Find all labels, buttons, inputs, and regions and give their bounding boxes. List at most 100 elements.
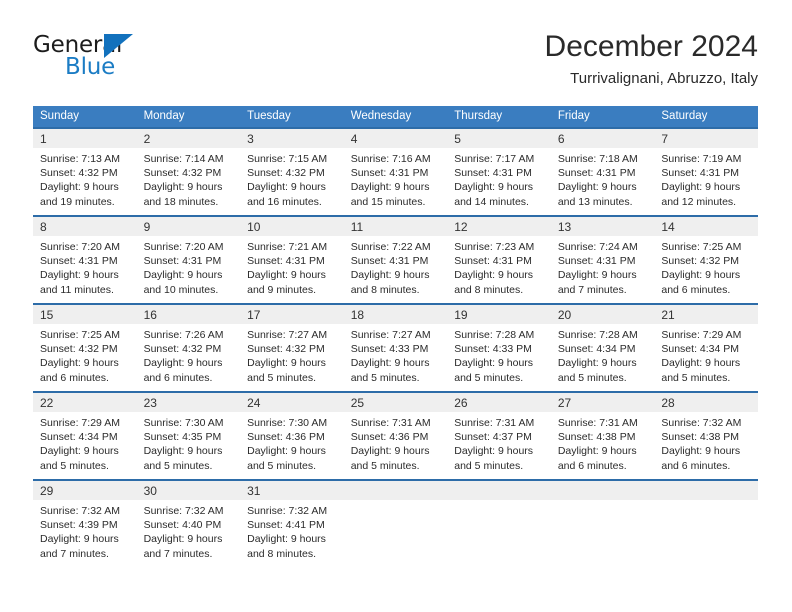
day-cell[interactable]: 3 Sunrise: 7:15 AM Sunset: 4:32 PM Dayli… [240,127,344,216]
sunset-text: Sunset: 4:31 PM [557,255,636,268]
sunset-text: Sunset: 4:39 PM [40,519,118,532]
day-cell[interactable]: 20 Sunrise: 7:28 AM Sunset: 4:34 PM Dayl… [550,303,655,392]
day-cell-empty [654,479,758,568]
daylight-text-2: and 5 minutes. [454,371,524,384]
sunrise-text: Sunrise: 7:32 AM [143,505,224,517]
day-number: 20 [550,305,655,324]
day-cell[interactable]: 5 Sunrise: 7:17 AM Sunset: 4:31 PM Dayli… [447,127,551,216]
day-cell[interactable]: 2 Sunrise: 7:14 AM Sunset: 4:32 PM Dayli… [136,127,241,216]
day-cell[interactable]: 1 Sunrise: 7:13 AM Sunset: 4:32 PM Dayli… [33,127,137,216]
day-cell[interactable]: 31 Sunrise: 7:32 AM Sunset: 4:41 PM Dayl… [240,479,344,568]
day-cell[interactable]: 16 Sunrise: 7:26 AM Sunset: 4:32 PM Dayl… [136,303,241,392]
weekday-header-wednesday: Wednesday [343,106,448,128]
day-cell[interactable]: 19 Sunrise: 7:28 AM Sunset: 4:33 PM Dayl… [447,303,551,392]
day-cell[interactable]: 13 Sunrise: 7:24 AM Sunset: 4:31 PM Dayl… [550,215,655,304]
daylight-text-1: Daylight: 9 hours [40,445,119,458]
day-details: Sunrise: 7:32 AM Sunset: 4:40 PM Dayligh… [137,500,241,561]
day-number [654,481,758,500]
sunset-text: Sunset: 4:32 PM [40,167,118,180]
sunrise-text: Sunrise: 7:27 AM [247,329,328,341]
page-header: General Blue December 2024 Turrivalignan… [33,28,758,98]
day-cell[interactable]: 9 Sunrise: 7:20 AM Sunset: 4:31 PM Dayli… [136,215,241,304]
day-number: 9 [136,217,241,236]
daylight-text-1: Daylight: 9 hours [247,533,326,546]
sunset-text: Sunset: 4:34 PM [40,431,118,444]
daylight-text-2: and 5 minutes. [350,459,420,472]
day-number: 24 [240,393,344,412]
day-cell[interactable]: 8 Sunrise: 7:20 AM Sunset: 4:31 PM Dayli… [33,215,137,304]
day-cell[interactable]: 17 Sunrise: 7:27 AM Sunset: 4:32 PM Dayl… [240,303,344,392]
day-cell[interactable]: 21 Sunrise: 7:29 AM Sunset: 4:34 PM Dayl… [654,303,758,392]
sunset-text: Sunset: 4:31 PM [350,167,429,180]
day-cell[interactable]: 12 Sunrise: 7:23 AM Sunset: 4:31 PM Dayl… [447,215,551,304]
day-details: Sunrise: 7:14 AM Sunset: 4:32 PM Dayligh… [137,148,241,209]
daylight-text-1: Daylight: 9 hours [454,357,534,370]
day-cell[interactable]: 11 Sunrise: 7:22 AM Sunset: 4:31 PM Dayl… [343,215,448,304]
day-cell[interactable]: 22 Sunrise: 7:29 AM Sunset: 4:34 PM Dayl… [33,391,137,480]
day-details: Sunrise: 7:17 AM Sunset: 4:31 PM Dayligh… [447,148,551,209]
sunset-text: Sunset: 4:33 PM [454,343,532,356]
day-cell[interactable]: 14 Sunrise: 7:25 AM Sunset: 4:32 PM Dayl… [654,215,758,304]
daylight-text-2: and 5 minutes. [247,459,317,472]
sunset-text: Sunset: 4:35 PM [143,431,222,444]
sunset-text: Sunset: 4:34 PM [661,343,740,356]
sunset-text: Sunset: 4:41 PM [247,519,325,532]
sunrise-text: Sunrise: 7:14 AM [143,153,224,165]
daylight-text-1: Daylight: 9 hours [143,181,223,194]
sunrise-text: Sunrise: 7:28 AM [557,329,638,341]
general-blue-logo[interactable]: General Blue [33,32,233,94]
day-cell[interactable]: 6 Sunrise: 7:18 AM Sunset: 4:31 PM Dayli… [550,127,655,216]
daylight-text-1: Daylight: 9 hours [143,533,223,546]
sunrise-text: Sunrise: 7:22 AM [350,241,431,253]
day-number: 26 [447,393,551,412]
week-row: 22 Sunrise: 7:29 AM Sunset: 4:34 PM Dayl… [33,391,758,480]
day-number [550,481,655,500]
sunrise-text: Sunrise: 7:31 AM [454,417,535,429]
calendar-page: General Blue December 2024 Turrivalignan… [0,0,792,612]
page-title: December 2024 [544,30,758,63]
daylight-text-1: Daylight: 9 hours [557,445,637,458]
day-details: Sunrise: 7:28 AM Sunset: 4:33 PM Dayligh… [447,324,551,385]
day-details: Sunrise: 7:16 AM Sunset: 4:31 PM Dayligh… [344,148,448,209]
calendar-grid: Sunday Monday Tuesday Wednesday Thursday… [33,106,758,568]
daylight-text-2: and 6 minutes. [661,283,731,296]
day-cell[interactable]: 18 Sunrise: 7:27 AM Sunset: 4:33 PM Dayl… [343,303,448,392]
daylight-text-1: Daylight: 9 hours [40,269,119,282]
daylight-text-1: Daylight: 9 hours [557,181,637,194]
day-cell[interactable]: 28 Sunrise: 7:32 AM Sunset: 4:38 PM Dayl… [654,391,758,480]
day-number: 28 [654,393,758,412]
day-cell-empty [343,479,448,568]
day-cell[interactable]: 10 Sunrise: 7:21 AM Sunset: 4:31 PM Dayl… [240,215,344,304]
sunset-text: Sunset: 4:32 PM [40,343,118,356]
sunrise-text: Sunrise: 7:15 AM [247,153,328,165]
daylight-text-1: Daylight: 9 hours [350,357,430,370]
day-details: Sunrise: 7:26 AM Sunset: 4:32 PM Dayligh… [137,324,241,385]
day-details: Sunrise: 7:29 AM Sunset: 4:34 PM Dayligh… [654,324,758,385]
day-cell[interactable]: 24 Sunrise: 7:30 AM Sunset: 4:36 PM Dayl… [240,391,344,480]
weekday-header-sunday: Sunday [33,106,137,128]
title-block: December 2024 Turrivalignani, Abruzzo, I… [545,28,758,90]
day-details: Sunrise: 7:24 AM Sunset: 4:31 PM Dayligh… [551,236,655,297]
daylight-text-2: and 7 minutes. [143,547,213,560]
day-cell[interactable]: 30 Sunrise: 7:32 AM Sunset: 4:40 PM Dayl… [136,479,241,568]
day-number: 5 [447,129,551,148]
day-cell[interactable]: 15 Sunrise: 7:25 AM Sunset: 4:32 PM Dayl… [33,303,137,392]
day-cell[interactable]: 26 Sunrise: 7:31 AM Sunset: 4:37 PM Dayl… [447,391,551,480]
day-number: 1 [33,129,137,148]
daylight-text-2: and 5 minutes. [143,459,213,472]
day-cell[interactable]: 25 Sunrise: 7:31 AM Sunset: 4:36 PM Dayl… [343,391,448,480]
day-cell[interactable]: 29 Sunrise: 7:32 AM Sunset: 4:39 PM Dayl… [33,479,137,568]
day-cell[interactable]: 23 Sunrise: 7:30 AM Sunset: 4:35 PM Dayl… [136,391,241,480]
sunset-text: Sunset: 4:36 PM [247,431,325,444]
sunset-text: Sunset: 4:32 PM [247,167,325,180]
daylight-text-1: Daylight: 9 hours [454,181,534,194]
sunset-text: Sunset: 4:31 PM [661,167,740,180]
sunrise-text: Sunrise: 7:21 AM [247,241,328,253]
day-cell[interactable]: 27 Sunrise: 7:31 AM Sunset: 4:38 PM Dayl… [550,391,655,480]
day-cell[interactable]: 4 Sunrise: 7:16 AM Sunset: 4:31 PM Dayli… [343,127,448,216]
day-cell[interactable]: 7 Sunrise: 7:19 AM Sunset: 4:31 PM Dayli… [654,127,758,216]
sunset-text: Sunset: 4:36 PM [350,431,429,444]
weekday-header-monday: Monday [136,106,241,128]
day-details: Sunrise: 7:13 AM Sunset: 4:32 PM Dayligh… [33,148,137,209]
day-cell-empty [550,479,655,568]
